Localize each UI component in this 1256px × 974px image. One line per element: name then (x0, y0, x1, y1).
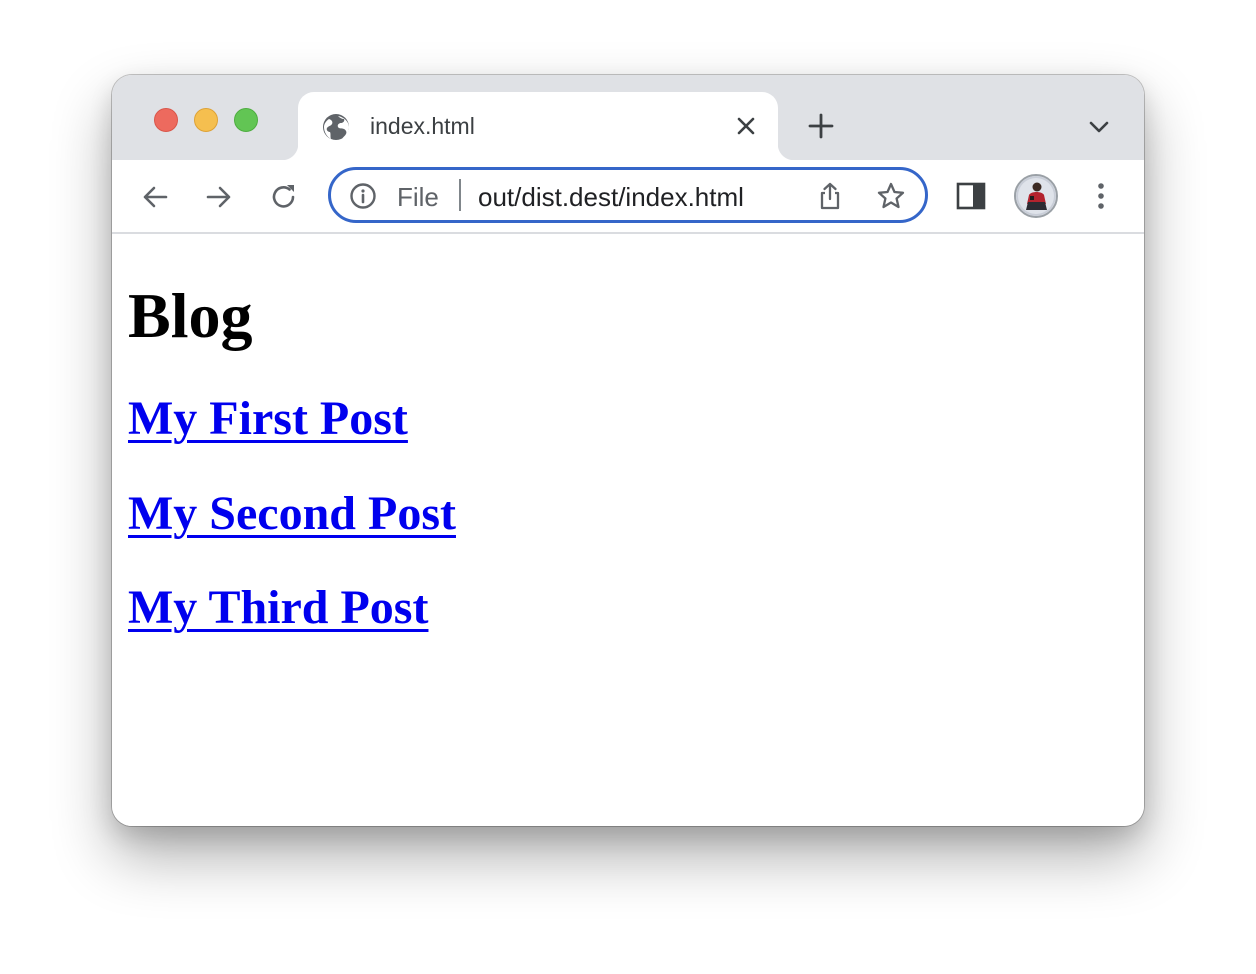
omnibox-separator (459, 179, 461, 211)
post-link-first[interactable]: My First Post (128, 391, 408, 447)
tab-strip: index.html (112, 75, 1144, 160)
toolbar: File out/dist.dest/index.html (112, 160, 1144, 234)
zoom-window-button[interactable] (234, 108, 258, 132)
post-link-third[interactable]: My Third Post (128, 580, 428, 636)
post-link-second[interactable]: My Second Post (128, 486, 456, 542)
close-window-button[interactable] (154, 108, 178, 132)
minimize-window-button[interactable] (194, 108, 218, 132)
browser-window: index.html File out/dist.dest/index.html… (112, 75, 1144, 826)
more-vertical-icon[interactable] (1086, 179, 1116, 213)
close-icon[interactable] (732, 112, 760, 140)
url-text[interactable]: out/dist.dest/index.html (478, 182, 744, 212)
star-icon[interactable] (876, 181, 906, 211)
scheme-chip: File (397, 182, 439, 212)
chevron-down-icon[interactable] (1086, 114, 1112, 140)
plus-icon[interactable] (806, 111, 836, 141)
active-tab[interactable]: index.html (282, 92, 794, 160)
globe-icon (322, 113, 350, 141)
reload-icon[interactable] (267, 180, 301, 214)
info-icon[interactable] (349, 182, 377, 210)
page-content: Blog My First Post My Second Post My Thi… (112, 234, 1144, 826)
avatar[interactable] (1014, 174, 1058, 218)
page-title: Blog (128, 280, 253, 351)
share-icon[interactable] (815, 181, 845, 211)
arrow-left-icon[interactable] (138, 180, 172, 214)
side-panel-icon[interactable] (954, 179, 988, 213)
tab-title: index.html (370, 113, 475, 139)
arrow-right-icon[interactable] (202, 180, 236, 214)
address-bar[interactable]: File out/dist.dest/index.html (328, 167, 928, 223)
